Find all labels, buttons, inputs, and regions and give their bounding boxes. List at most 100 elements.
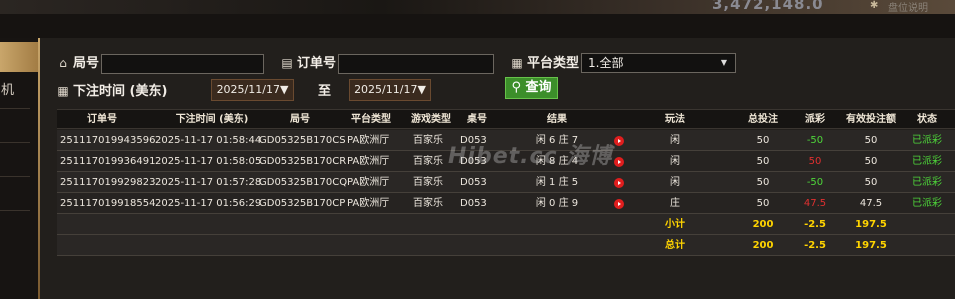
cell-order: 251117019943596 (60, 135, 156, 146)
grid-icon: ▦ (511, 56, 523, 70)
sidebar-item-3[interactable] (0, 110, 38, 140)
subtotal-row: 小计 200 -2.5 197.5 (57, 214, 955, 235)
cell-play: 闲 (670, 156, 680, 167)
cell-payout: 47.5 (803, 198, 827, 209)
col-game: 游戏类型 (411, 114, 451, 125)
sidebar-item-machine[interactable]: 机 (0, 76, 38, 106)
cell-status: 已派彩 (912, 135, 942, 146)
col-time: 下注时间 (美东) (175, 114, 249, 125)
summary-valid: 197.5 (855, 240, 887, 251)
order-id-label: ▤ 订单号 (281, 56, 337, 71)
top-banner: 3,472,148.0 ✱ 盘位说明 (0, 0, 955, 14)
cell-payout: -50 (806, 135, 824, 146)
cell-platform: PA欧洲厅 (347, 198, 390, 209)
sidebar-item-active[interactable] (0, 42, 40, 72)
cell-platform: PA欧洲厅 (347, 156, 390, 167)
sidebar-divider (0, 176, 30, 177)
cell-order: 251117019929823 (60, 177, 156, 188)
col-table: 桌号 (467, 114, 487, 125)
summary-valid: 197.5 (855, 219, 887, 230)
clipboard-icon: ▤ (281, 56, 293, 70)
calendar-icon: ▦ (57, 84, 69, 98)
video-play-icon[interactable] (614, 199, 624, 209)
table-row[interactable]: 251117019918554 2025-11-17 01:56:29 GD0532… (57, 193, 955, 214)
watermark: Hibet.cc 海博 (448, 144, 613, 169)
summary-payout: -2.5 (804, 240, 826, 251)
cell-order: 251117019936491 (60, 156, 156, 167)
col-round: 局号 (290, 114, 310, 125)
col-result: 结果 (547, 114, 567, 125)
video-play-icon[interactable] (614, 157, 624, 167)
cell-bet: 50 (756, 198, 770, 209)
col-status: 状态 (917, 114, 937, 125)
platform-type-label: ▦ 平台类型 (511, 56, 580, 71)
cell-status: 已派彩 (912, 198, 942, 209)
col-play: 玩法 (665, 114, 685, 125)
cell-result: 闲 1 庄 5 (535, 177, 579, 188)
col-bet: 总投注 (748, 114, 778, 125)
video-play-icon[interactable] (614, 136, 624, 146)
platform-type-select[interactable]: 1.全部 ▼ (581, 53, 736, 73)
sidebar-divider (0, 210, 30, 211)
cell-payout: 50 (808, 156, 822, 167)
cell-game: 百家乐 (413, 156, 443, 167)
search-icon: ⚲ (511, 80, 521, 95)
table-header: 订单号 下注时间 (美东) 局号 平台类型 游戏类型 桌号 结果 玩法 总投注 … (57, 109, 955, 129)
cell-status: 已派彩 (912, 177, 942, 188)
chevron-down-icon: ▼ (720, 58, 727, 67)
sidebar-item-5[interactable] (0, 178, 38, 208)
col-platform: 平台类型 (351, 114, 391, 125)
cell-valid: 47.5 (859, 198, 883, 209)
cell-table: D053 (460, 177, 487, 188)
cell-valid: 50 (864, 156, 878, 167)
cell-result: 闲 0 庄 9 (535, 198, 579, 209)
cell-bet: 50 (756, 135, 770, 146)
video-play-icon[interactable] (614, 178, 624, 188)
cell-round: GD05325B170CP (259, 198, 346, 209)
col-valid: 有效投注额 (846, 114, 896, 125)
summary-bet: 200 (752, 219, 774, 230)
cell-round: GD05325B170CS (259, 135, 346, 146)
cell-bet: 50 (756, 177, 770, 188)
summary-label: 总计 (665, 240, 685, 251)
cell-play: 闲 (670, 135, 680, 146)
sidebar: 机 (0, 38, 40, 299)
cell-round: GD05325B170CR (259, 156, 347, 167)
summary-bet: 200 (752, 240, 774, 251)
sidebar-item-4[interactable] (0, 144, 38, 174)
cell-valid: 50 (864, 177, 878, 188)
sidebar-divider (0, 142, 30, 143)
summary-label: 小计 (665, 219, 685, 230)
round-id-label: ⌂ 局号 (56, 52, 99, 71)
sidebar-item-label: 机 (1, 83, 15, 98)
bet-time-label: ▦ 下注时间 (美东) (57, 84, 168, 99)
cell-game: 百家乐 (413, 177, 443, 188)
jackpot-amount: 3,472,148.0 (712, 0, 824, 13)
to-label: 至 (318, 84, 332, 99)
col-payout: 派彩 (805, 114, 825, 125)
date-to-picker[interactable]: 2025/11/17▼ (349, 79, 431, 101)
order-id-input[interactable] (338, 54, 494, 74)
round-id-input[interactable] (101, 54, 264, 74)
cell-payout: -50 (806, 177, 824, 188)
cell-platform: PA欧洲厅 (347, 177, 390, 188)
cell-round: GD05325B170CQ (259, 177, 348, 188)
help-icon[interactable]: ✱ (870, 0, 878, 11)
total-row: 总计 200 -2.5 197.5 (57, 235, 955, 256)
sidebar-divider (0, 108, 30, 109)
summary-payout: -2.5 (804, 219, 826, 230)
cell-status: 已派彩 (912, 156, 942, 167)
cell-game: 百家乐 (413, 135, 443, 146)
header-bar (0, 14, 955, 38)
col-order: 订单号 (87, 114, 117, 125)
table-row[interactable]: 251117019929823 2025-11-17 01:57:28 GD0532… (57, 172, 955, 193)
cell-table: D053 (460, 198, 487, 209)
cell-game: 百家乐 (413, 198, 443, 209)
cell-platform: PA欧洲厅 (347, 135, 390, 146)
cell-order: 251117019918554 (60, 198, 156, 209)
date-from-picker[interactable]: 2025/11/17▼ (211, 79, 294, 101)
banner-link[interactable]: 盘位说明 (888, 0, 928, 14)
cell-play: 庄 (670, 198, 680, 209)
query-button[interactable]: ⚲ 查询 (505, 77, 558, 99)
cell-bet: 50 (756, 156, 770, 167)
